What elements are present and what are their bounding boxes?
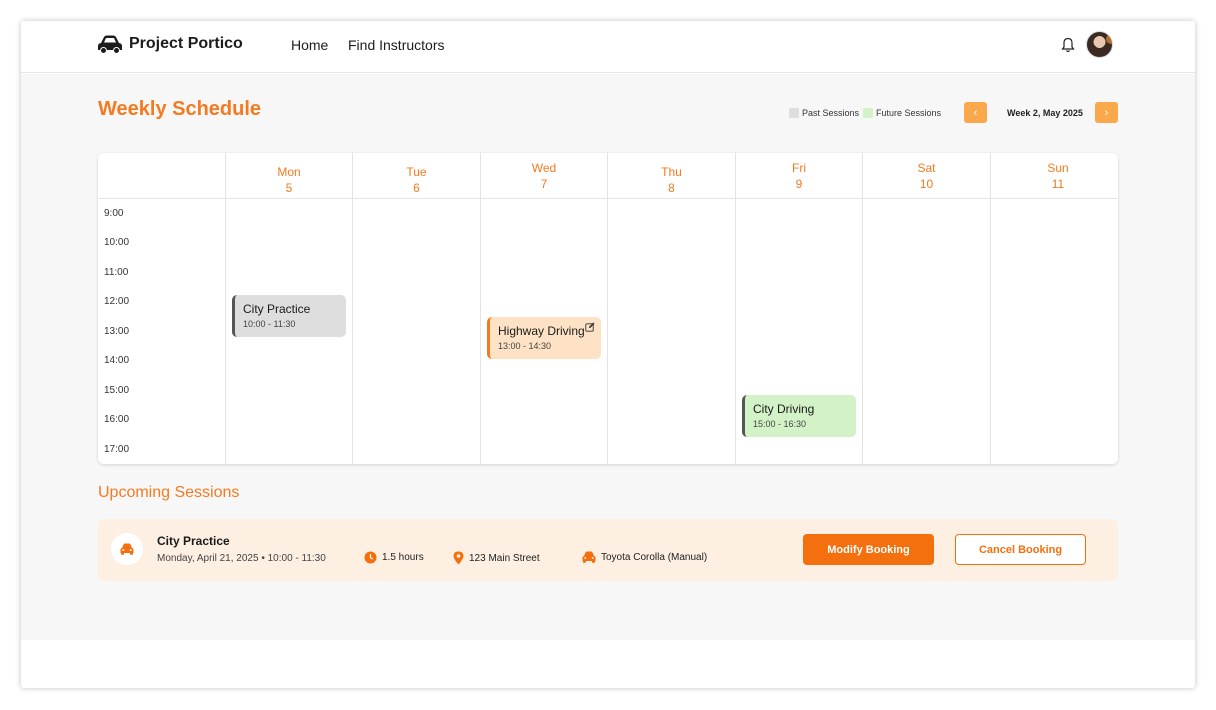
day-date: 6 — [413, 181, 420, 195]
day-date: 9 — [795, 177, 803, 191]
past-swatch — [789, 108, 799, 118]
column-divider — [862, 153, 863, 464]
column-divider — [990, 153, 991, 464]
day-name: Thu — [661, 165, 682, 179]
nav-find-instructors-link[interactable]: Find Instructors — [348, 37, 444, 53]
session-event-past[interactable]: City Practice 10:00 - 11:30 — [232, 295, 346, 337]
time-label: 16:00 — [104, 414, 130, 425]
day-name: Sun — [1047, 161, 1069, 175]
day-header-fri: Fri 9 — [736, 153, 862, 199]
location-pin-icon — [453, 551, 464, 565]
event-time: 13:00 - 14:30 — [498, 341, 552, 351]
avatar[interactable] — [1086, 31, 1113, 58]
location-text: 123 Main Street — [469, 552, 540, 564]
day-header-wed: Wed 7 — [481, 153, 607, 199]
time-label: 14:00 — [104, 355, 130, 366]
session-car-badge — [111, 533, 143, 565]
session-location: 123 Main Street — [453, 551, 540, 565]
app-window: Project Portico Home Find Instructors We… — [21, 21, 1195, 688]
day-name: Sat — [917, 161, 936, 175]
legend-future: Future Sessions — [863, 108, 941, 118]
upcoming-sessions-title: Upcoming Sessions — [98, 484, 240, 501]
time-label: 10:00 — [104, 237, 130, 248]
time-label: 9:00 — [104, 208, 124, 219]
car-icon — [582, 551, 596, 563]
brand-name: Project Portico — [129, 35, 243, 52]
time-label: 17:00 — [104, 444, 130, 455]
vehicle-text: Toyota Corolla (Manual) — [601, 551, 708, 563]
session-datetime: Monday, April 21, 2025 • 10:00 - 11:30 — [157, 553, 326, 564]
column-divider — [352, 153, 353, 464]
time-label: 12:00 — [104, 296, 130, 307]
legend-future-label: Future Sessions — [876, 108, 942, 118]
event-title: City Practice — [243, 302, 311, 316]
time-label: 13:00 — [104, 326, 130, 337]
bell-icon[interactable] — [1061, 37, 1075, 53]
main-content: Weekly Schedule Past Sessions Future Ses… — [21, 74, 1195, 640]
column-divider — [607, 153, 608, 464]
day-header-mon: Mon 5 — [226, 153, 352, 199]
column-divider — [480, 153, 481, 464]
week-label: Week 2, May 2025 — [1007, 108, 1083, 118]
session-event-current[interactable]: Highway Driving 13:00 - 14:30 — [487, 317, 601, 359]
session-title: City Practice — [157, 534, 230, 548]
cancel-booking-button[interactable]: Cancel Booking — [955, 534, 1086, 565]
session-vehicle: Toyota Corolla (Manual) — [582, 551, 707, 563]
time-label: 11:00 — [104, 267, 129, 278]
column-divider — [735, 153, 736, 464]
day-name: Mon — [277, 165, 301, 179]
future-swatch — [863, 108, 873, 118]
day-date: 5 — [285, 181, 293, 195]
session-event-future[interactable]: City Driving 15:00 - 16:30 — [742, 395, 856, 437]
car-icon — [120, 543, 134, 555]
session-duration: 1.5 hours — [364, 551, 424, 564]
event-time: 15:00 - 16:30 — [753, 419, 807, 429]
day-name: Fri — [792, 161, 806, 175]
day-date: 11 — [1051, 177, 1065, 191]
day-date: 7 — [540, 177, 548, 191]
modify-booking-button[interactable]: Modify Booking — [803, 534, 934, 565]
day-header-thu: Thu 8 — [608, 153, 735, 199]
weekly-calendar: Mon 5 Tue 6 Wed 7 Thu 8 Fri 9 Sat 10 Sun… — [98, 153, 1118, 464]
column-divider — [225, 153, 226, 464]
page-title: Weekly Schedule — [98, 98, 262, 120]
day-header-sun: Sun 11 — [991, 153, 1118, 199]
nav-home-link[interactable]: Home — [291, 37, 328, 53]
day-name: Wed — [531, 161, 557, 175]
duration-text: 1.5 hours — [382, 552, 424, 563]
day-date: 8 — [668, 181, 675, 195]
clock-icon — [364, 551, 377, 564]
prev-week-button[interactable]: ‹ — [964, 102, 987, 123]
brand[interactable]: Project Portico — [97, 34, 243, 54]
day-header-sat: Sat 10 — [863, 153, 990, 199]
next-week-button[interactable]: › — [1095, 102, 1118, 123]
chevron-right-icon: › — [1104, 106, 1109, 119]
upcoming-session-card: City Practice Monday, April 21, 2025 • 1… — [98, 519, 1118, 581]
event-time: 10:00 - 11:30 — [243, 319, 296, 329]
time-label: 15:00 — [104, 385, 130, 396]
chevron-left-icon: ‹ — [973, 106, 978, 119]
legend-past-label: Past Sessions — [802, 108, 860, 118]
day-name: Tue — [406, 165, 427, 179]
event-title: City Driving — [753, 402, 815, 416]
day-date: 10 — [919, 177, 934, 191]
day-header-tue: Tue 6 — [353, 153, 480, 199]
edit-icon[interactable] — [585, 322, 595, 332]
legend-past: Past Sessions — [789, 108, 859, 118]
top-navbar: Project Portico Home Find Instructors — [21, 21, 1195, 73]
car-icon — [98, 35, 122, 54]
